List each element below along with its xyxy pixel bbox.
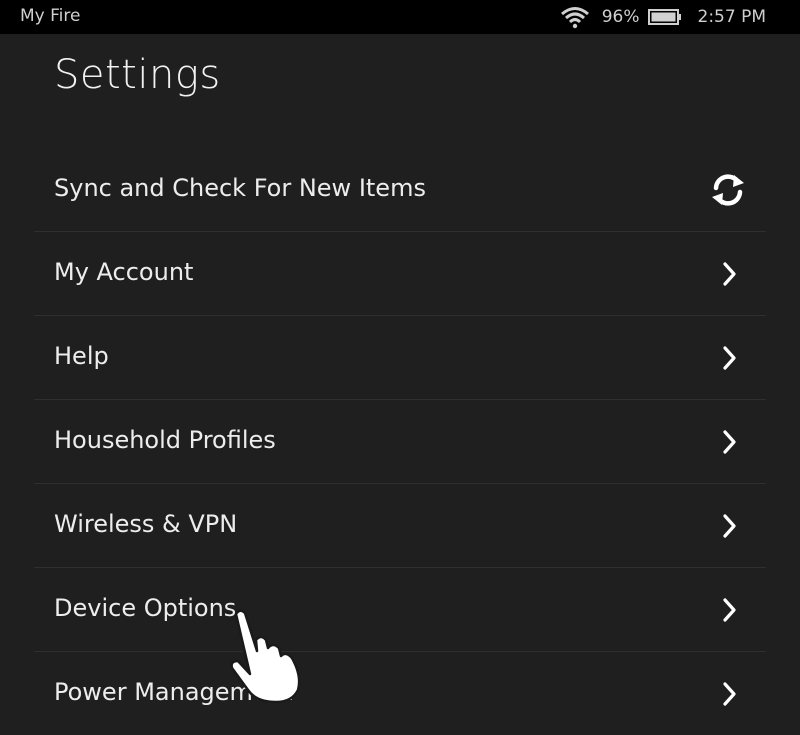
settings-item-household-profiles[interactable]: Household Profiles <box>34 400 766 484</box>
chevron-right-icon <box>723 430 736 454</box>
chevron-right-icon <box>723 346 736 370</box>
settings-item-label: Wireless & VPN <box>54 510 238 538</box>
settings-item-power-management[interactable]: Power Management <box>34 652 766 735</box>
settings-list: Sync and Check For New Items My Account … <box>34 148 766 735</box>
battery-icon <box>647 9 681 25</box>
status-bar-title: My Fire <box>20 6 81 26</box>
chevron-right-icon <box>723 262 736 286</box>
status-indicators: 96% 2:57 PM <box>560 4 766 30</box>
chevron-right-icon <box>723 598 736 622</box>
chevron-right-icon <box>723 682 736 706</box>
settings-item-help[interactable]: Help <box>34 316 766 400</box>
settings-item-device-options[interactable]: Device Options <box>34 568 766 652</box>
battery-percent: 96% <box>601 7 640 27</box>
status-bar: My Fire 96% 2:57 PM <box>0 0 800 34</box>
page-title: Settings <box>54 52 221 98</box>
wifi-icon <box>560 7 589 29</box>
settings-item-label: Power Management <box>54 678 293 706</box>
settings-item-sync[interactable]: Sync and Check For New Items <box>34 148 766 232</box>
settings-item-wireless-vpn[interactable]: Wireless & VPN <box>34 484 766 568</box>
chevron-right-icon <box>723 514 736 538</box>
sync-icon[interactable] <box>708 170 748 210</box>
settings-item-label: Household Profiles <box>54 426 276 454</box>
settings-item-my-account[interactable]: My Account <box>34 232 766 316</box>
settings-item-label: Device Options <box>54 594 237 622</box>
settings-item-label: Help <box>54 342 109 370</box>
status-time: 2:57 PM <box>697 7 767 27</box>
settings-item-label: My Account <box>54 258 194 286</box>
settings-item-label: Sync and Check For New Items <box>54 174 426 202</box>
